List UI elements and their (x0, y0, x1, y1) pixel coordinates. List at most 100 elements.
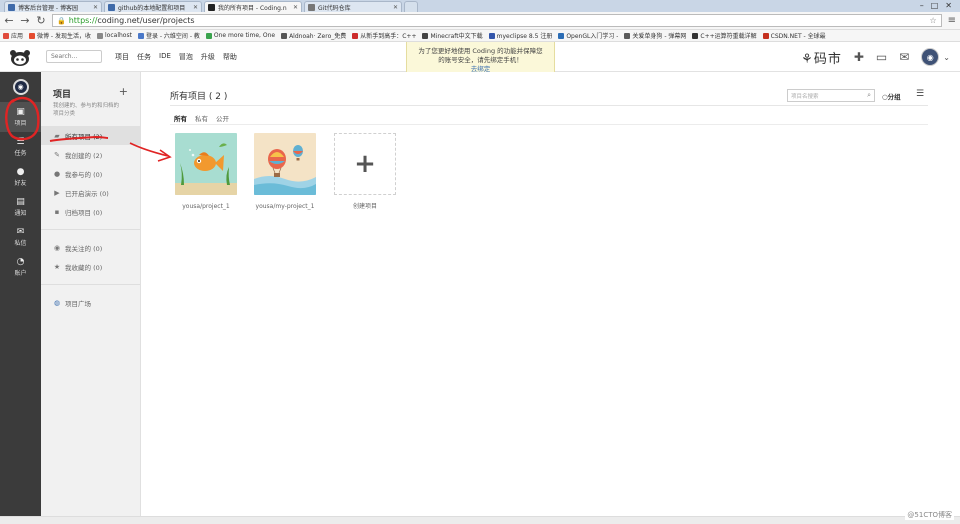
bookmark-item[interactable]: myeclipse 8.5 注册 (488, 31, 552, 40)
bookmark-item[interactable]: CSDN.NET - 全球最 (762, 31, 826, 40)
tab-private[interactable]: 私有 (195, 113, 208, 123)
close-icon[interactable]: ✕ (193, 4, 198, 11)
filter-all-projects[interactable]: ▰ 所有项目 (2) (41, 126, 140, 145)
tab-public[interactable]: 公开 (216, 113, 229, 123)
bookmark-item[interactable]: One more time, One (205, 32, 275, 39)
filter-joined[interactable]: ● 我参与的 (0) (41, 164, 140, 183)
left-nav: ◉ ▣ 项目 ☰ 任务 ● 好友 ▤ 通知 ✉ 私信 ◔ 账户 (0, 72, 41, 524)
bookmark-favicon-icon (558, 32, 565, 39)
create-project-card[interactable]: + 创建项目 (334, 133, 396, 211)
project-card[interactable]: yousa/my-project_1 (254, 133, 316, 211)
forward-icon[interactable]: → (20, 14, 30, 27)
leftnav-friends[interactable]: ● 好友 (0, 162, 41, 192)
star-icon[interactable]: ☆ (929, 16, 936, 25)
lock-icon: 🔒 (57, 16, 66, 25)
nav-ide[interactable]: IDE (159, 52, 171, 62)
project-square-link[interactable]: ◍ 项目广场 (41, 293, 140, 312)
project-search-input[interactable]: 项目名搜索 ⌕ (787, 89, 875, 102)
browser-tab[interactable]: github的本地配置和项目 ✕ (104, 1, 202, 12)
url-bar[interactable]: 🔒 https://coding.net/user/projects ☆ (52, 14, 942, 27)
folder-icon: ▣ (16, 107, 25, 117)
leftnav-notifications[interactable]: ▤ 通知 (0, 192, 41, 222)
bookmark-item[interactable]: 关爱单身狗 - 弹幕网 (624, 31, 686, 40)
top-nav: 项目 任务 IDE 冒泡 升级 帮助 (115, 52, 237, 62)
inbox-icon[interactable]: ▭ (876, 50, 887, 64)
filter-watching[interactable]: ◉ 我关注的 (0) (41, 238, 140, 257)
menu-icon[interactable]: ≡ (948, 15, 956, 26)
bookmark-item[interactable]: OpenGL入门学习 - (558, 31, 618, 40)
filter-demo[interactable]: ▶ 已开启演示 (0) (41, 183, 140, 202)
dashboard-icon: ◔ (16, 257, 25, 267)
project-thumbnail-fish (175, 133, 237, 195)
nav-upgrade[interactable]: 升级 (201, 52, 215, 62)
bookmark-item[interactable]: 登录 - 六维空间 - 教 (137, 31, 200, 40)
users-icon: ● (53, 169, 61, 178)
bookmark-item[interactable]: 应用 (3, 31, 23, 40)
bookmark-favicon-icon (352, 32, 359, 39)
new-tab-button[interactable] (404, 1, 418, 12)
project-name[interactable]: yousa/my-project_1 (254, 203, 316, 211)
close-icon[interactable]: ✕ (393, 4, 398, 11)
divider (41, 284, 140, 285)
bookmark-favicon-icon (29, 32, 36, 39)
edit-icon: ✎ (54, 150, 60, 159)
bookmarks-bar: 应用 微博 - 发现生活，收 localhost 登录 - 六维空间 - 教 One m… (0, 30, 960, 42)
reload-icon[interactable]: ↻ (36, 14, 46, 27)
bookmark-favicon-icon (422, 32, 429, 39)
star-icon: ★ (53, 262, 61, 271)
close-icon[interactable]: ✕ (293, 4, 298, 11)
nav-bubble[interactable]: 冒泡 (179, 52, 193, 62)
panel-desc: 我创建的、参与的和归档的项目分类 (53, 103, 120, 117)
leftnav-account[interactable]: ◔ 账户 (0, 252, 41, 282)
create-project-label: 创建项目 (352, 203, 377, 210)
browser-tab-active[interactable]: 我的所有项目 - Coding.n ✕ (204, 1, 302, 12)
plus-icon[interactable]: ✚ (854, 50, 864, 64)
bookmark-item[interactable]: 从新手到高手：C++ (352, 31, 416, 40)
mail-icon: ✉ (16, 227, 25, 237)
bookmark-item[interactable]: C++运算符重载详解 (692, 31, 757, 40)
project-name[interactable]: yousa/project_1 (175, 203, 237, 211)
project-card[interactable]: yousa/project_1 (175, 133, 237, 211)
favicon-icon (308, 3, 315, 11)
close-icon[interactable]: ✕ (93, 4, 98, 11)
filter-archived[interactable]: ▪ 归档项目 (0) (41, 202, 140, 221)
minimize-icon[interactable]: – (920, 1, 924, 10)
global-search-input[interactable] (46, 50, 102, 63)
tab-all[interactable]: 所有 (174, 113, 187, 123)
favicon-icon (8, 3, 15, 11)
user-home-link[interactable]: ◉ (0, 72, 41, 102)
bookmark-item[interactable]: Minecraft中文下载 (422, 31, 483, 40)
coding-logo-icon[interactable] (5, 42, 35, 72)
divider (41, 229, 140, 230)
leftnav-messages[interactable]: ✉ 私信 (0, 222, 41, 252)
add-project-icon[interactable]: + (119, 85, 128, 98)
nav-projects[interactable]: 项目 (115, 52, 129, 62)
avatar-icon: ◉ (12, 79, 29, 95)
mart-brand-link[interactable]: ⚘码市 (801, 48, 842, 67)
chevron-down-icon[interactable]: ⌄ (943, 53, 950, 62)
browser-tab[interactable]: 博客后台管理 - 博客园 ✕ (4, 1, 102, 12)
filter-created[interactable]: ✎ 我创建的 (2) (41, 145, 140, 164)
nav-tasks[interactable]: 任务 (137, 52, 151, 62)
bookmark-item[interactable]: 微博 - 发现生活，收 (29, 31, 91, 40)
bookmark-favicon-icon (488, 32, 495, 39)
leftnav-tasks[interactable]: ☰ 任务 (0, 132, 41, 162)
tasks-icon: ☰ (16, 137, 25, 147)
browser-tab[interactable]: Git代码仓库 ✕ (304, 1, 402, 12)
bookmark-item[interactable]: Aldnoah· Zero_免费 (281, 31, 346, 40)
back-icon[interactable]: ← (4, 14, 14, 27)
bookmark-item[interactable]: localhost (97, 32, 132, 39)
window-close-icon[interactable]: ✕ (945, 1, 952, 10)
leftnav-projects[interactable]: ▣ 项目 (0, 102, 41, 132)
mail-icon[interactable]: ✉ (899, 50, 909, 64)
bookmark-favicon-icon (137, 32, 144, 39)
user-avatar[interactable]: ◉ (921, 48, 940, 66)
folder-icon: ▰ (54, 131, 60, 140)
maximize-icon[interactable]: □ (931, 1, 939, 10)
list-view-icon[interactable]: ☰ (916, 89, 924, 99)
mart-logo-icon: ⚘ (801, 51, 814, 67)
group-toggle[interactable]: ○分组 (882, 91, 901, 101)
bookmark-favicon-icon (3, 32, 9, 39)
nav-help[interactable]: 帮助 (223, 52, 237, 62)
filter-starred[interactable]: ★ 我收藏的 (0) (41, 257, 140, 276)
